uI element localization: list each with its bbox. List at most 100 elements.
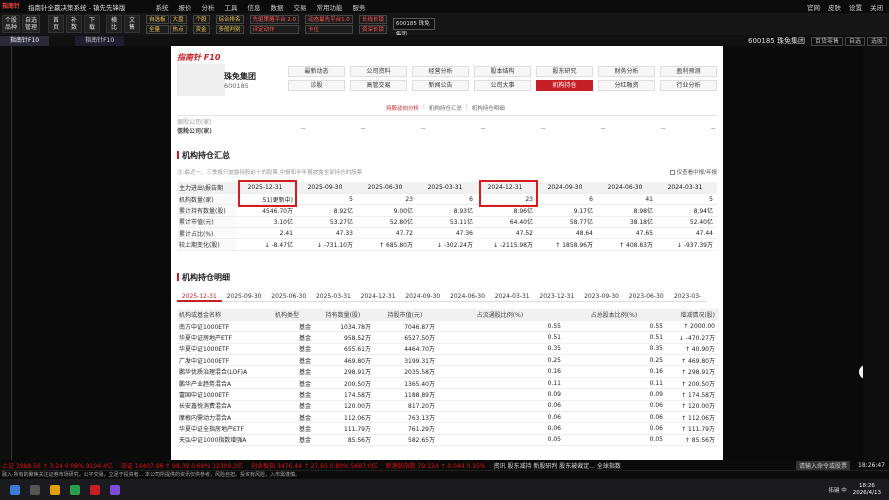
subnav-detail[interactable]: 机构持仓明细 <box>472 104 505 112</box>
period-tab[interactable]: 2025-03-31 <box>311 292 356 302</box>
search-icon[interactable] <box>30 484 40 495</box>
checkbox-box[interactable] <box>669 170 675 175</box>
index-sz[interactable]: 深证 14407.86 ↑ 98.39 0.69% 12309.3亿 <box>121 461 243 470</box>
command-input[interactable]: 请输入命令或股票 <box>796 460 851 470</box>
bull-judge-button[interactable]: 多般判别 <box>215 24 244 34</box>
stock-code-box[interactable]: 600185 珠免集团 <box>392 18 435 38</box>
menu-item[interactable]: 服务 <box>352 2 365 12</box>
period-tab[interactable]: 2024-06-30 <box>445 292 490 302</box>
period-tab[interactable]: 2024-03-31 <box>489 292 535 302</box>
period-tab[interactable]: 2023-03- <box>668 292 707 302</box>
compare-button[interactable]: 横比 <box>106 15 122 33</box>
period-header[interactable]: 2024-09-30 <box>537 182 597 194</box>
watchlist-board[interactable]: 自选板 <box>146 14 169 24</box>
position-button[interactable]: 卡位 <box>305 24 353 34</box>
table-row[interactable]: 天弘中证1000指数增强A 基金 85.56万 582.65万 0.05 0.05 ↑ 85… <box>177 434 719 447</box>
period-tab[interactable]: 2025-12-31 <box>177 292 222 302</box>
nav-events[interactable]: 公司大事 <box>474 80 531 91</box>
table-row[interactable]: 南方中证1000ETF 基金 1034.78万 7046.87万 0.55 0.55 ↑ 2… <box>177 320 719 333</box>
period-header[interactable]: 2025-09-30 <box>297 182 357 194</box>
subnav-summary[interactable]: 机构持仓汇总 <box>429 104 462 112</box>
nav-company-info[interactable]: 公司资料 <box>350 66 407 77</box>
menu-item[interactable]: 报价 <box>178 2 191 12</box>
table-row[interactable]: 长安鑫悦消费混合A 基金 120.00万 817.20万 0.06 0.06 ↑ 120.0… <box>177 400 719 413</box>
subnav-trend[interactable]: 持股动向分析 <box>386 104 419 112</box>
strategy-platform-button[interactable]: 先驱策略平台 2.0 <box>249 14 300 24</box>
nav-news[interactable]: 新闻公告 <box>412 80 469 91</box>
period-header[interactable]: 2025-06-30 <box>357 182 417 194</box>
watchlist-tab-button[interactable]: 自选 <box>844 37 865 46</box>
fill-data-button[interactable]: 补数 <box>66 15 82 33</box>
index-cyb[interactable]: 创业板指 3476.44 ↑ 27.65 0.80% 5687.0亿 <box>251 461 378 470</box>
menu-item[interactable]: 系统 <box>155 2 168 12</box>
fund-name[interactable]: 富国中证1000ETF <box>177 388 263 401</box>
skin-button[interactable]: 皮肤 <box>828 2 841 12</box>
col-header[interactable]: 机构类型 <box>263 309 315 321</box>
news-ticker[interactable]: 资讯 股东减持 新股研判 股东被裁定... 全球指数 <box>494 461 621 470</box>
start-icon[interactable] <box>10 484 20 495</box>
all-board[interactable]: 全量 <box>146 24 169 34</box>
text-button[interactable]: 文售 <box>124 15 140 33</box>
col-header[interactable]: 增减情况(股) <box>667 309 719 321</box>
table-row[interactable]: 广发中证1000ETF 基金 469.80万 3199.31万 0.25 0.25 ↑ 46… <box>177 354 719 367</box>
nav-financial[interactable]: 财务分析 <box>598 66 655 77</box>
stock-button[interactable]: 个股 <box>192 14 210 24</box>
app-icon[interactable] <box>110 484 120 495</box>
fund-name[interactable]: 南方中证1000ETF <box>177 320 263 333</box>
watchlist-manage-button[interactable]: 自选管理 <box>22 15 40 33</box>
fund-name[interactable]: 长安鑫悦消费混合A <box>177 400 263 413</box>
table-row[interactable]: 鹏华产业趋势混合A 基金 200.50万 1365.40万 0.11 0.11 ↑ 200.… <box>177 377 719 390</box>
period-tab[interactable]: 2024-12-31 <box>355 292 401 302</box>
deep-lock-button[interactable]: 资深长锁 <box>358 24 387 34</box>
period-tab[interactable]: 2025-09-30 <box>221 292 267 302</box>
industry-button[interactable]: 百货零售 <box>810 37 843 46</box>
nav-latest[interactable]: 最新动态 <box>288 66 345 77</box>
index-hk[interactable]: 新港跃指数 79.124 ↑ 0.044 0.15% <box>386 461 486 470</box>
menu-item[interactable]: 交易 <box>293 2 306 12</box>
table-row[interactable]: 摩根内需动力混合A 基金 112.06万 763.13万 0.06 0.06 ↑ 112.0… <box>177 411 719 424</box>
menu-item[interactable]: 常用功能 <box>316 2 342 12</box>
nav-business[interactable]: 经营分析 <box>412 66 469 77</box>
col-header[interactable]: 机构或基金名称 <box>177 309 263 321</box>
nav-executive-trades[interactable]: 高管交易 <box>350 80 407 91</box>
period-tab[interactable]: 2023-12-31 <box>534 292 580 302</box>
period-tab[interactable]: 2025-06-30 <box>266 292 312 302</box>
stock-variety-button[interactable]: 个股品种 <box>2 15 20 33</box>
col-header[interactable]: 占总股本比例(%) <box>565 309 667 321</box>
col-header[interactable]: 占流通股比例(%) <box>439 309 565 321</box>
fund-name[interactable]: 摩根内需动力混合A <box>177 411 263 424</box>
nav-dividends[interactable]: 分红融资 <box>598 80 655 91</box>
table-row[interactable]: 富国中证1000ETF 基金 174.58万 1188.89万 0.09 0.09 ↑ 17… <box>177 388 719 401</box>
fund-button[interactable]: 资金 <box>192 24 210 34</box>
market-board[interactable]: 大盘 <box>169 14 187 24</box>
menu-item[interactable]: 数据 <box>270 2 283 12</box>
report-only-checkbox[interactable]: 仅查看中报/年报 <box>669 168 717 176</box>
fund-name[interactable]: 广发中证1000ETF <box>177 354 263 367</box>
index-sh[interactable]: 上证 3988.56 ↑ 3.24 0.08% 9194.4亿 <box>2 461 113 470</box>
period-tab[interactable]: 2023-06-30 <box>623 292 669 302</box>
close-button[interactable]: 关闭 <box>870 2 883 12</box>
folder-icon[interactable] <box>50 484 60 495</box>
long-lock-button[interactable]: 长线长锁 <box>358 14 387 24</box>
tab-f10-active[interactable]: 指南针F10 <box>0 36 50 46</box>
period-tab[interactable]: 2024-09-30 <box>400 292 446 302</box>
period-header[interactable]: 2025-03-31 <box>417 182 477 194</box>
nav-diagnosis[interactable]: 诊股 <box>288 80 345 91</box>
nav-share-structure[interactable]: 股本结构 <box>474 66 531 77</box>
stock-picker-button[interactable]: 选股 <box>866 37 887 46</box>
period-header[interactable]: 2024-06-30 <box>597 182 657 194</box>
hotspot-board[interactable]: 热点 <box>169 24 187 34</box>
menu-item[interactable]: 工具 <box>224 2 237 12</box>
fund-name[interactable]: 华夏中证1000ETF <box>177 343 263 356</box>
home-link[interactable]: 官网 <box>807 2 820 12</box>
menu-item[interactable]: 信息 <box>247 2 260 12</box>
fund-name[interactable]: 华夏中证房地产ETF <box>177 331 263 344</box>
period-tab[interactable]: 2023-09-30 <box>579 292 624 302</box>
col-header[interactable]: 持有数量(股) <box>315 309 375 321</box>
nav-industry[interactable]: 行业分析 <box>660 80 717 91</box>
download-button[interactable]: 下载 <box>84 15 100 33</box>
nav-forecast[interactable]: 盈利预测 <box>660 66 717 77</box>
browser-icon[interactable] <box>70 484 80 495</box>
table-row[interactable]: 华夏中证全指房地产ETF 基金 111.79万 761.29万 0.06 0.06 ↑ 11… <box>177 422 719 435</box>
col-header[interactable]: 持股市值(元) <box>375 309 439 321</box>
